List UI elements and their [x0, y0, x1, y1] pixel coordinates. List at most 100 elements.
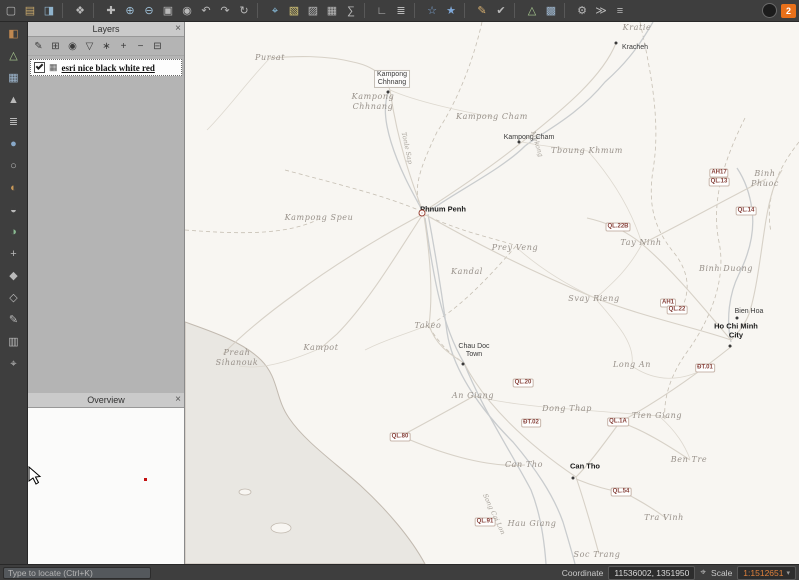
notification-badge[interactable]: 2	[781, 4, 796, 18]
waterway-label: Song Cai Lon	[481, 492, 507, 535]
zoom-next-icon[interactable]: ↷	[216, 2, 234, 20]
region-label: Binh Duong	[699, 264, 753, 274]
road-shield: QL.22	[667, 306, 688, 315]
new-bookmark-icon[interactable]: ☆	[423, 2, 441, 20]
city-label: Bien Hoa	[735, 308, 764, 316]
python-console-icon[interactable]: ≫	[592, 2, 610, 20]
region-label: Binh Phuoc	[748, 169, 782, 189]
city-label: Ho Chi Minh City	[714, 322, 758, 339]
road-shield: ĐT.02	[521, 419, 541, 428]
layer-name[interactable]: esri nice black white red	[62, 63, 155, 73]
scale-dropdown-icon[interactable]: ▾	[786, 569, 790, 577]
toggle-editing-icon[interactable]: ✎	[473, 2, 491, 20]
region-label: Soc Trang	[574, 550, 621, 560]
region-label: Kampot	[303, 343, 338, 353]
layer-row[interactable]: ▦ esri nice black white red	[30, 59, 182, 76]
new-geopackage-layer-icon[interactable]: ◆	[4, 268, 24, 285]
add-group-icon[interactable]: ⊞	[48, 39, 63, 54]
city-marker	[462, 363, 465, 366]
main-toolbar: ▢▤◨ ❖ ✚⊕⊖▣◉↶↷↻ ⌖▧▨▦∑ ∟≣ ☆★ ✎✔ △▩ ⚙≫≡ 2	[0, 0, 799, 22]
zoom-out-icon[interactable]: ⊖	[140, 2, 158, 20]
add-vector-layer-icon[interactable]: △	[523, 2, 541, 20]
collapse-all-icon[interactable]: −	[133, 39, 148, 54]
map-canvas[interactable]: KratiePursatKampong ChhnangKampong ChamT…	[185, 22, 799, 564]
statistics-panel-icon[interactable]: ≣	[392, 2, 410, 20]
add-wms-layer-icon[interactable]: ◐	[4, 180, 24, 197]
filter-by-expression-icon[interactable]: ∗	[99, 39, 114, 54]
add-spatialite-layer-icon[interactable]: ○	[4, 158, 24, 175]
measure-line-icon[interactable]: ∟	[373, 2, 391, 20]
scale-value[interactable]: 1:1512651 ▾	[737, 566, 796, 580]
expand-all-icon[interactable]: +	[116, 39, 131, 54]
layer-visibility-checkbox[interactable]	[34, 62, 45, 73]
layer-type-icon: ▦	[49, 62, 58, 73]
overview-content[interactable]	[28, 408, 184, 564]
zoom-in-icon[interactable]: ⊕	[121, 2, 139, 20]
city-marker	[387, 91, 390, 94]
region-label: An Giang	[452, 391, 494, 401]
region-label: Tien Giang	[632, 411, 682, 421]
coordinate-value[interactable]: 11536002, 1351950	[608, 566, 695, 580]
add-postgis-layer-icon[interactable]: ●	[4, 136, 24, 153]
extents-icon[interactable]: ⌖	[700, 567, 706, 578]
zoom-to-selection-icon[interactable]: ◉	[178, 2, 196, 20]
save-project-icon[interactable]: ◨	[40, 2, 58, 20]
city-marker	[615, 42, 618, 45]
add-vector-layer-icon[interactable]: △	[4, 48, 24, 65]
save-edits-icon[interactable]: ✔	[492, 2, 510, 20]
region-label: Kampong Chhnang	[352, 92, 395, 112]
georeferencer-icon[interactable]: ⌖	[4, 356, 24, 373]
refresh-map-icon[interactable]: ↻	[235, 2, 253, 20]
road-shield: AH17	[709, 169, 728, 178]
region-label: Long An	[613, 360, 651, 370]
open-attribute-table-icon[interactable]: ▦	[323, 2, 341, 20]
profile-icon[interactable]	[762, 3, 777, 18]
identify-features-icon[interactable]: ⌖	[266, 2, 284, 20]
open-project-icon[interactable]: ▤	[21, 2, 39, 20]
city-label: Can Tho	[570, 463, 600, 472]
deselect-features-icon[interactable]: ▨	[304, 2, 322, 20]
road-shield: QL.80	[390, 433, 411, 442]
add-xyz-layer-icon[interactable]: ◒	[4, 202, 24, 219]
show-bookmarks-icon[interactable]: ★	[442, 2, 460, 20]
zoom-last-icon[interactable]: ↶	[197, 2, 215, 20]
select-features-icon[interactable]: ▧	[285, 2, 303, 20]
layers-panel-toolbar: ✎⊞◉▽∗+−⊟	[28, 37, 184, 56]
layers-close-icon[interactable]: ×	[175, 22, 181, 36]
region-label: Preah Sihanouk	[216, 348, 259, 368]
layout-manager-icon[interactable]: ▥	[4, 334, 24, 351]
add-delimited-text-layer-icon[interactable]: ≣	[4, 114, 24, 131]
road-shield: QL.1A	[607, 418, 629, 427]
region-label: Prey Veng	[492, 243, 538, 253]
data-source-manager-icon[interactable]: ◧	[4, 26, 24, 43]
remove-layer-icon[interactable]: ⊟	[150, 39, 165, 54]
manage-map-themes-icon[interactable]: ◉	[65, 39, 80, 54]
zoom-full-icon[interactable]: ▣	[159, 2, 177, 20]
options-icon[interactable]: ≡	[611, 2, 629, 20]
processing-toolbox-icon[interactable]: ⚙	[573, 2, 591, 20]
overview-panel: Overview ×	[28, 393, 184, 564]
toolbar-separator	[62, 3, 67, 18]
open-layer-styling-panel-icon[interactable]: ✎	[31, 39, 46, 54]
toolbar-separator	[364, 3, 369, 18]
overview-close-icon[interactable]: ×	[175, 393, 181, 407]
pan-map-icon[interactable]: ✚	[102, 2, 120, 20]
open-layer-styling-icon[interactable]: ✎	[4, 312, 24, 329]
filter-legend-icon[interactable]: ▽	[82, 39, 97, 54]
locate-input[interactable]	[3, 567, 151, 579]
new-virtual-layer-icon[interactable]: ◇	[4, 290, 24, 307]
layers-panel: Layers × ✎⊞◉▽∗+−⊟ ▦ esri nice black whit…	[28, 22, 184, 393]
field-calculator-icon[interactable]: ∑	[342, 2, 360, 20]
city-label: Kampong Chhnang	[374, 70, 410, 88]
layer-list: ▦ esri nice black white red	[28, 56, 184, 393]
new-project-icon[interactable]: ▢	[2, 2, 20, 20]
overview-panel-header: Overview ×	[28, 393, 184, 408]
waterway-label: Tonle Sap	[400, 131, 415, 164]
style-manager-icon[interactable]: ❖	[71, 2, 89, 20]
add-raster-layer-icon[interactable]: ▩	[542, 2, 560, 20]
region-label: Dong Thap	[542, 404, 592, 414]
add-mesh-layer-icon[interactable]: ▲	[4, 92, 24, 109]
add-raster-layer-icon[interactable]: ▦	[4, 70, 24, 87]
add-wfs-layer-icon[interactable]: ◑	[4, 224, 24, 241]
new-shapefile-layer-icon[interactable]: +	[4, 246, 24, 263]
